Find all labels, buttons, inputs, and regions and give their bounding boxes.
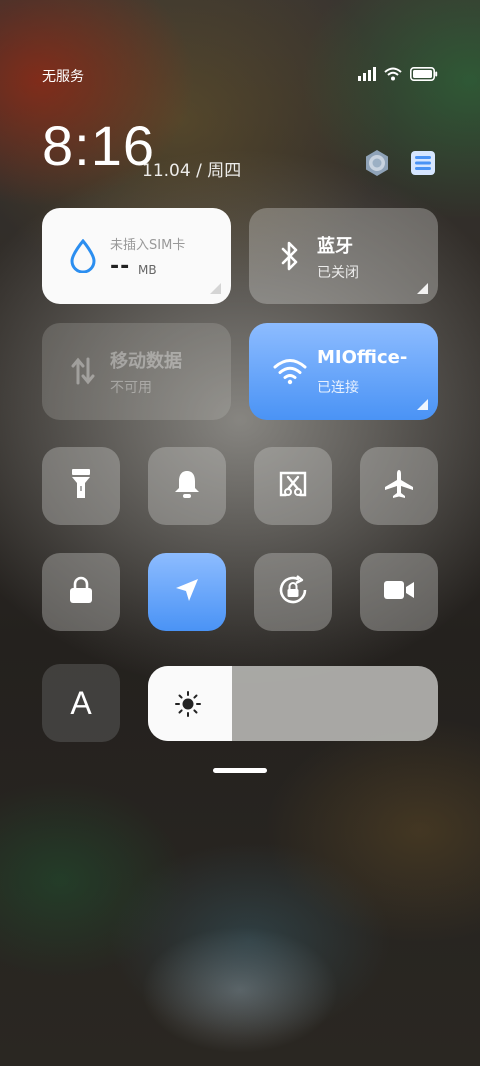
mobile-data-arrows-icon bbox=[66, 353, 100, 389]
expand-corner-icon bbox=[210, 283, 221, 294]
panel-drag-handle[interactable] bbox=[213, 768, 267, 773]
bluetooth-status: 已关闭 bbox=[317, 265, 359, 281]
wifi-status: 已连接 bbox=[317, 380, 359, 396]
flashlight-toggle[interactable] bbox=[42, 447, 120, 525]
status-icons bbox=[358, 66, 438, 85]
battery-icon bbox=[410, 66, 438, 85]
settings-gear-icon[interactable] bbox=[362, 148, 392, 178]
bluetooth-tile[interactable]: 蓝牙 已关闭 bbox=[249, 208, 438, 304]
expand-corner-icon bbox=[417, 399, 428, 410]
screenshot-toggle[interactable] bbox=[254, 447, 332, 525]
wifi-network-name: MIOffice- bbox=[317, 347, 408, 368]
expand-corner-icon bbox=[417, 283, 428, 294]
brightness-sun-icon bbox=[174, 690, 202, 722]
bell-icon bbox=[173, 469, 201, 503]
clock-time: 8:16 bbox=[42, 114, 155, 177]
location-toggle[interactable] bbox=[148, 553, 226, 631]
brightness-slider[interactable] bbox=[148, 666, 438, 741]
location-icon bbox=[173, 576, 201, 608]
mobile-data-status: 不可用 bbox=[110, 380, 152, 396]
video-camera-icon bbox=[383, 578, 415, 606]
mobile-data-title: 移动数据 bbox=[110, 351, 182, 372]
font-size-button[interactable]: A bbox=[42, 664, 120, 742]
wifi-tile[interactable]: MIOffice- 已连接 bbox=[249, 323, 438, 420]
airplane-icon bbox=[384, 469, 414, 503]
bluetooth-title: 蓝牙 bbox=[317, 236, 353, 257]
screen-recorder-toggle[interactable] bbox=[360, 553, 438, 631]
rotation-lock-icon bbox=[276, 573, 310, 611]
lock-screen-toggle[interactable] bbox=[42, 553, 120, 631]
airplane-mode-toggle[interactable] bbox=[360, 447, 438, 525]
edit-list-icon[interactable] bbox=[408, 148, 438, 178]
data-usage-value: -- bbox=[110, 254, 131, 279]
water-drop-icon bbox=[66, 238, 100, 274]
signal-icon bbox=[358, 66, 376, 85]
rotation-lock-toggle[interactable] bbox=[254, 553, 332, 631]
font-size-label: A bbox=[70, 684, 92, 721]
clock-date: 11.04 / 周四 bbox=[142, 161, 242, 181]
wifi-icon bbox=[273, 353, 307, 389]
screenshot-cut-icon bbox=[278, 469, 308, 503]
carrier-status: 无服务 bbox=[42, 69, 84, 85]
wifi-status-icon bbox=[384, 66, 402, 85]
sim-data-tile[interactable]: 未插入SIM卡 -- MB bbox=[42, 208, 231, 304]
flashlight-icon bbox=[69, 468, 93, 504]
ringer-toggle[interactable] bbox=[148, 447, 226, 525]
bluetooth-icon bbox=[273, 238, 307, 274]
data-usage-unit: MB bbox=[138, 263, 157, 277]
lock-icon bbox=[68, 576, 94, 608]
mobile-data-tile[interactable]: 移动数据 不可用 bbox=[42, 323, 231, 420]
sim-status-label: 未插入SIM卡 bbox=[110, 238, 186, 253]
